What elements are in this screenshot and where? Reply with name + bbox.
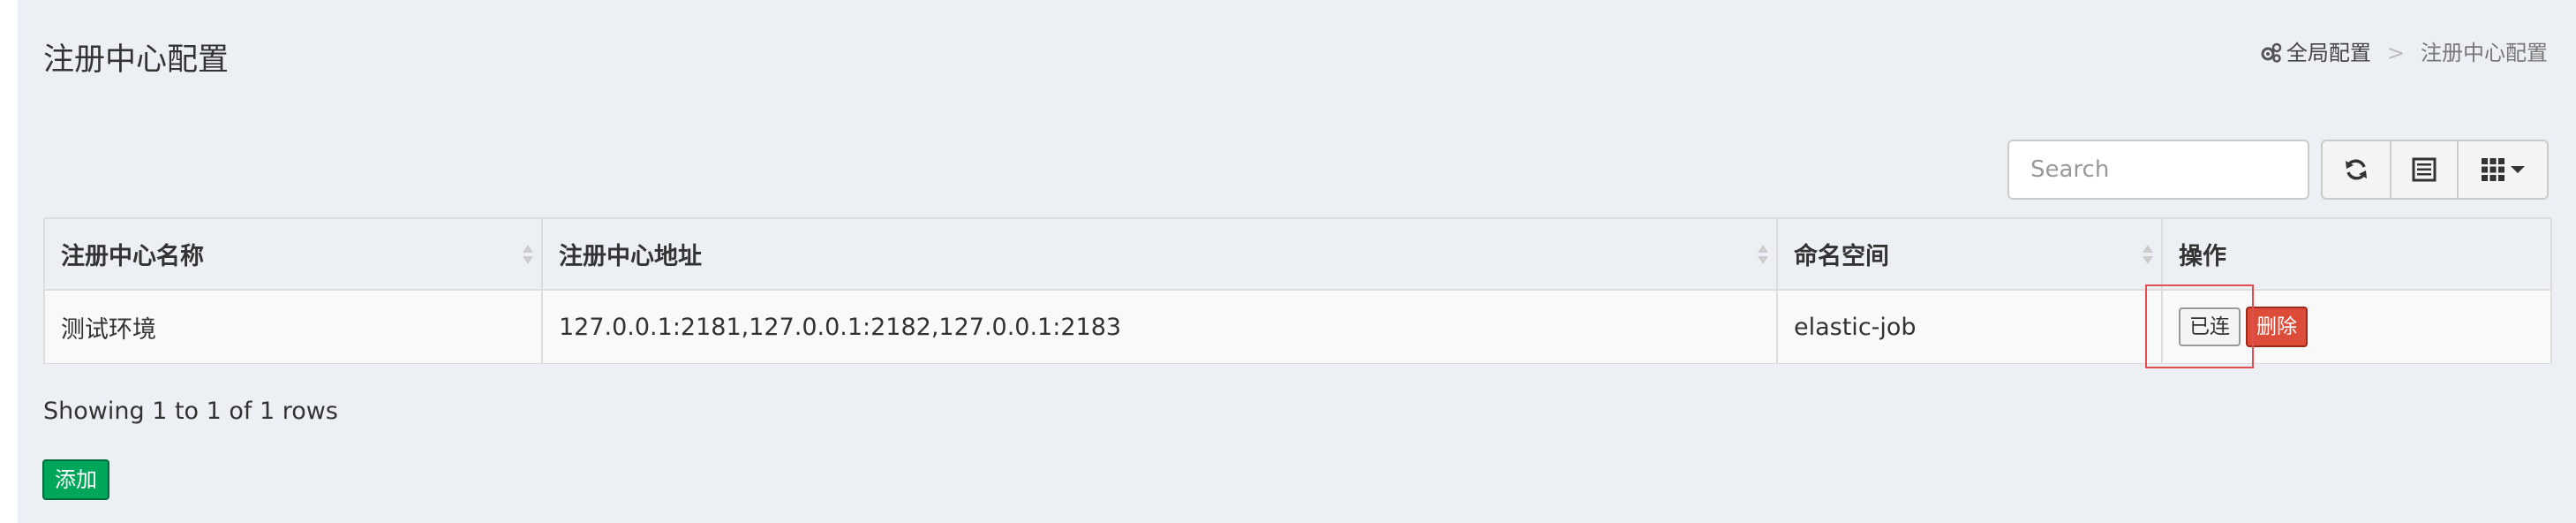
column-header-label: 命名空间 — [1794, 243, 1889, 270]
highlight-box — [2145, 284, 2254, 368]
column-header-address[interactable]: 注册中心地址 — [542, 219, 1778, 291]
columns-dropdown-button[interactable] — [2457, 140, 2549, 200]
refresh-button[interactable] — [2321, 140, 2391, 200]
caret-down-icon — [2511, 166, 2525, 173]
sort-icon — [1758, 245, 1768, 264]
pagination-info: Showing 1 to 1 of 1 rows — [43, 398, 338, 425]
column-header-label: 注册中心名称 — [61, 243, 204, 270]
delete-button[interactable]: 删除 — [2246, 307, 2308, 347]
column-header-namespace[interactable]: 命名空间 — [1777, 219, 2163, 291]
sort-icon — [523, 245, 533, 264]
breadcrumb-current: 注册中心配置 — [2421, 41, 2548, 65]
sort-icon — [2143, 245, 2153, 264]
table-toolbar — [2321, 140, 2549, 200]
page-title: 注册中心配置 — [43, 42, 230, 78]
content-wrapper: 注册中心配置 全局配置 > 注册中心配置 Search 注册中心名称 注册中心地… — [18, 0, 2576, 523]
refresh-icon — [2346, 159, 2367, 180]
grid-columns-icon — [2482, 158, 2504, 181]
breadcrumb-separator: > — [2386, 41, 2405, 65]
column-header-label: 注册中心地址 — [559, 243, 702, 270]
column-header-label: 操作 — [2179, 243, 2226, 270]
column-header-actions: 操作 — [2162, 219, 2550, 291]
search-input[interactable] — [2007, 140, 2309, 200]
toggle-view-button[interactable] — [2390, 140, 2459, 200]
cell-name: 测试环境 — [45, 290, 543, 363]
add-button[interactable]: 添加 — [42, 459, 109, 500]
breadcrumb-root-link[interactable]: 全局配置 — [2286, 39, 2371, 67]
breadcrumb: 全局配置 > 注册中心配置 — [2260, 39, 2548, 67]
gears-icon — [2261, 42, 2282, 63]
list-view-icon — [2412, 157, 2437, 182]
cell-address: 127.0.0.1:2181,127.0.0.1:2182,127.0.0.1:… — [542, 290, 1778, 363]
table-header-row: 注册中心名称 注册中心地址 命名空间 操作 — [45, 219, 2550, 291]
column-header-name[interactable]: 注册中心名称 — [45, 219, 543, 291]
cell-namespace: elastic-job — [1777, 290, 2163, 363]
